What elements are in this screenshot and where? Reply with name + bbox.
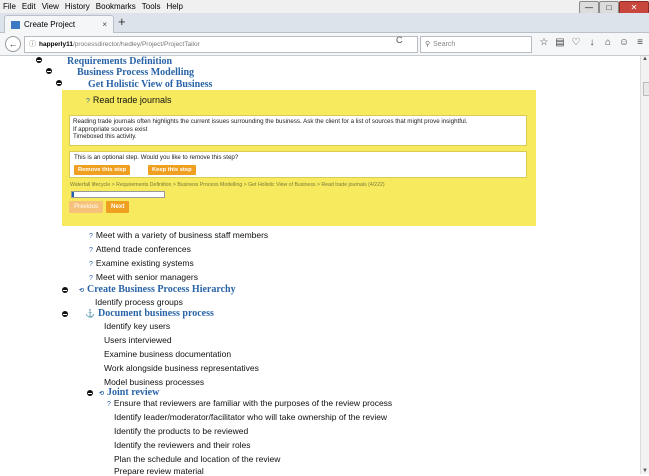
keep-step-button[interactable]: Keep this step — [148, 165, 196, 175]
search-icon: ⚲ — [425, 41, 431, 48]
list-item[interactable]: Identify leader/moderator/facilitator wh… — [114, 412, 387, 422]
new-tab-button[interactable]: + — [118, 14, 126, 29]
collapse-toggle-icon[interactable] — [62, 311, 68, 317]
list-item[interactable]: Identify key users — [104, 321, 170, 331]
pocket-icon[interactable]: ♡ — [568, 37, 584, 48]
previous-button[interactable]: Previous — [69, 201, 104, 213]
list-item[interactable]: ? Ensure that reviewers are familiar with… — [107, 398, 392, 408]
tab-title: Create Project — [24, 20, 76, 29]
url-host: happerly11 — [39, 41, 73, 48]
tree-document-business-process[interactable]: ⚓ Document business process — [85, 308, 214, 319]
step-description: Reading trade journals often highlights … — [69, 115, 527, 146]
list-item[interactable]: Work alongside business representatives — [104, 363, 259, 373]
breadcrumb: Waterfall lifecycle > Requirements Defin… — [70, 182, 385, 188]
menu-history[interactable]: History — [62, 0, 93, 11]
next-button[interactable]: Next — [106, 201, 130, 213]
tree-joint-review[interactable]: ⟲ Joint review — [99, 387, 159, 398]
question-icon: ? — [89, 275, 93, 282]
list-item[interactable]: Prepare review material — [114, 466, 204, 476]
tree-create-business-process-hierarchy[interactable]: ⟲ Create Business Process Hierarchy — [79, 284, 236, 295]
sync-icon: ⟲ — [99, 391, 105, 397]
list-item[interactable]: ? Examine existing systems — [89, 258, 194, 268]
bookmark-star-icon[interactable]: ☆ — [536, 37, 552, 48]
list-item[interactable]: Plan the schedule and location of the re… — [114, 454, 280, 464]
list-item[interactable]: Identify the reviewers and their roles — [114, 440, 251, 450]
collapse-toggle-icon[interactable] — [46, 68, 52, 74]
info-icon[interactable]: ⓘ — [29, 41, 36, 48]
scroll-up-icon[interactable]: ▲ — [641, 56, 649, 62]
remove-step-button[interactable]: Remove this step — [74, 165, 130, 175]
menu-bar: File Edit View History Bookmarks Tools Help — … — [0, 0, 649, 14]
progress-bar — [71, 191, 165, 198]
menu-edit[interactable]: Edit — [19, 0, 39, 11]
sync-icon: ⟲ — [79, 288, 85, 294]
vertical-scrollbar[interactable]: ▲ ▼ — [640, 56, 649, 474]
step-title-text: Read trade journals — [92, 95, 172, 105]
search-placeholder: Search — [433, 41, 456, 48]
list-item[interactable]: Model business processes — [104, 377, 204, 387]
window-controls: — □ ✕ — [579, 0, 649, 14]
collapse-toggle-icon[interactable] — [62, 287, 68, 293]
side-panel-handle-icon[interactable] — [643, 82, 649, 96]
tree-get-holistic-view[interactable]: Get Holistic View of Business — [88, 79, 212, 90]
collapse-toggle-icon[interactable] — [36, 57, 42, 63]
optional-step-text: This is an optional step. Would you like… — [74, 154, 239, 161]
menu-tools[interactable]: Tools — [139, 0, 164, 11]
search-input[interactable]: ⚲ Search — [420, 36, 532, 53]
tree-requirements-definition[interactable]: Requirements Definition — [67, 56, 172, 67]
tree-business-process-modelling[interactable]: Business Process Modelling — [77, 67, 194, 78]
download-icon[interactable]: ↓ — [584, 37, 600, 48]
collapse-toggle-icon[interactable] — [56, 80, 62, 86]
menu-file[interactable]: File — [0, 0, 19, 11]
list-item[interactable]: Identify the products to be reviewed — [114, 426, 248, 436]
reading-list-icon[interactable]: ▤ — [552, 37, 568, 48]
list-item[interactable]: ? Meet with a variety of business staff m… — [89, 230, 268, 240]
favicon-icon — [11, 20, 20, 29]
list-item[interactable]: Users interviewed — [104, 335, 172, 345]
list-item[interactable]: Identify process groups — [95, 297, 183, 307]
list-item[interactable]: ? Attend trade conferences — [89, 244, 191, 254]
tab-create-project[interactable]: Create Project × — [4, 15, 114, 33]
home-icon[interactable]: ⌂ — [600, 37, 616, 48]
menu-help[interactable]: Help — [163, 0, 185, 11]
question-icon: ? — [89, 261, 93, 268]
close-tab-icon[interactable]: × — [102, 16, 107, 33]
scroll-down-icon[interactable]: ▼ — [641, 468, 649, 474]
url-path: /processdirector/hedley/Project/ProjectT… — [72, 41, 200, 48]
optional-step-box: This is an optional step. Would you like… — [69, 151, 527, 178]
step-detail-panel: ? Read trade journals Reading trade journ… — [62, 90, 536, 226]
reload-icon[interactable]: C — [396, 35, 403, 45]
toolbar-icons: ☆ ▤ ♡ ↓ ⌂ ☺ ≡ — [536, 37, 648, 48]
question-icon: ? — [89, 247, 93, 254]
question-icon: ? — [86, 98, 90, 105]
step-title: ? Read trade journals — [86, 95, 171, 105]
sync-icon[interactable]: ☺ — [616, 37, 632, 48]
back-button[interactable]: ← — [5, 36, 21, 52]
collapse-toggle-icon[interactable] — [87, 390, 93, 396]
progress-bar-fill — [72, 192, 74, 197]
list-item[interactable]: ? Meet with senior managers — [89, 272, 198, 282]
navigation-bar: ← ⓘ happerly11/processdirector/hedley/Pro… — [0, 33, 649, 56]
anchor-icon: ⚓ — [85, 309, 95, 318]
question-icon: ? — [107, 401, 111, 408]
menu-view[interactable]: View — [39, 0, 62, 11]
menu-icon[interactable]: ≡ — [632, 37, 648, 48]
tab-bar: Create Project × + — [0, 13, 649, 33]
url-bar[interactable]: ⓘ happerly11/processdirector/hedley/Proje… — [24, 36, 418, 53]
question-icon: ? — [89, 233, 93, 240]
menu-bookmarks[interactable]: Bookmarks — [93, 0, 139, 11]
list-item[interactable]: Examine business documentation — [104, 349, 231, 359]
